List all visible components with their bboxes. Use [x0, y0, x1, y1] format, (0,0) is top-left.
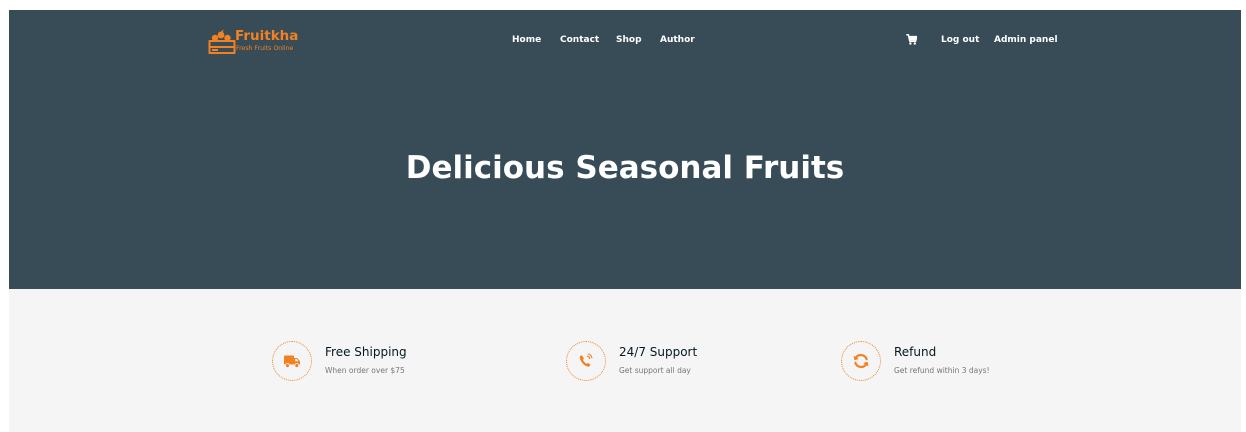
page: Fruitkha Fresh Fruits Online Home Contac…	[9, 10, 1241, 432]
features-section: Free Shipping When order over $75 24/7 S…	[9, 289, 1241, 432]
fruit-crate-icon	[208, 29, 236, 54]
admin-panel-link[interactable]: Admin panel	[994, 35, 1058, 45]
nav-shop-link[interactable]: Shop	[616, 35, 642, 45]
refund-sync-icon	[853, 353, 869, 369]
brand-name: Fruitkha	[235, 28, 299, 44]
nav-home-link[interactable]: Home	[512, 35, 541, 45]
feature-refund: Refund Get refund within 3 days!	[841, 341, 1041, 385]
feature-description: When order over $75	[325, 366, 405, 375]
hero-title: Delicious Seasonal Fruits	[405, 150, 845, 186]
phone-support-icon	[579, 353, 593, 367]
feature-icon-circle	[566, 341, 606, 381]
feature-description: Get support all day	[619, 366, 691, 375]
hero-banner: Fruitkha Fresh Fruits Online Home Contac…	[9, 10, 1241, 289]
brand-logo[interactable]: Fruitkha Fresh Fruits Online	[208, 28, 318, 57]
feature-title: Refund	[894, 345, 937, 359]
shipping-truck-icon	[284, 355, 300, 369]
brand-tagline: Fresh Fruits Online	[236, 45, 294, 52]
shopping-cart-icon[interactable]	[906, 34, 917, 45]
feature-icon-circle	[841, 341, 881, 381]
nav-contact-link[interactable]: Contact	[560, 35, 599, 45]
nav-author-link[interactable]: Author	[660, 35, 695, 45]
feature-free-shipping: Free Shipping When order over $75	[272, 341, 472, 385]
feature-title: Free Shipping	[325, 345, 407, 359]
feature-support: 24/7 Support Get support all day	[566, 341, 766, 385]
feature-title: 24/7 Support	[619, 345, 698, 359]
logout-link[interactable]: Log out	[941, 35, 979, 45]
feature-icon-circle	[272, 341, 312, 381]
feature-description: Get refund within 3 days!	[894, 366, 990, 375]
